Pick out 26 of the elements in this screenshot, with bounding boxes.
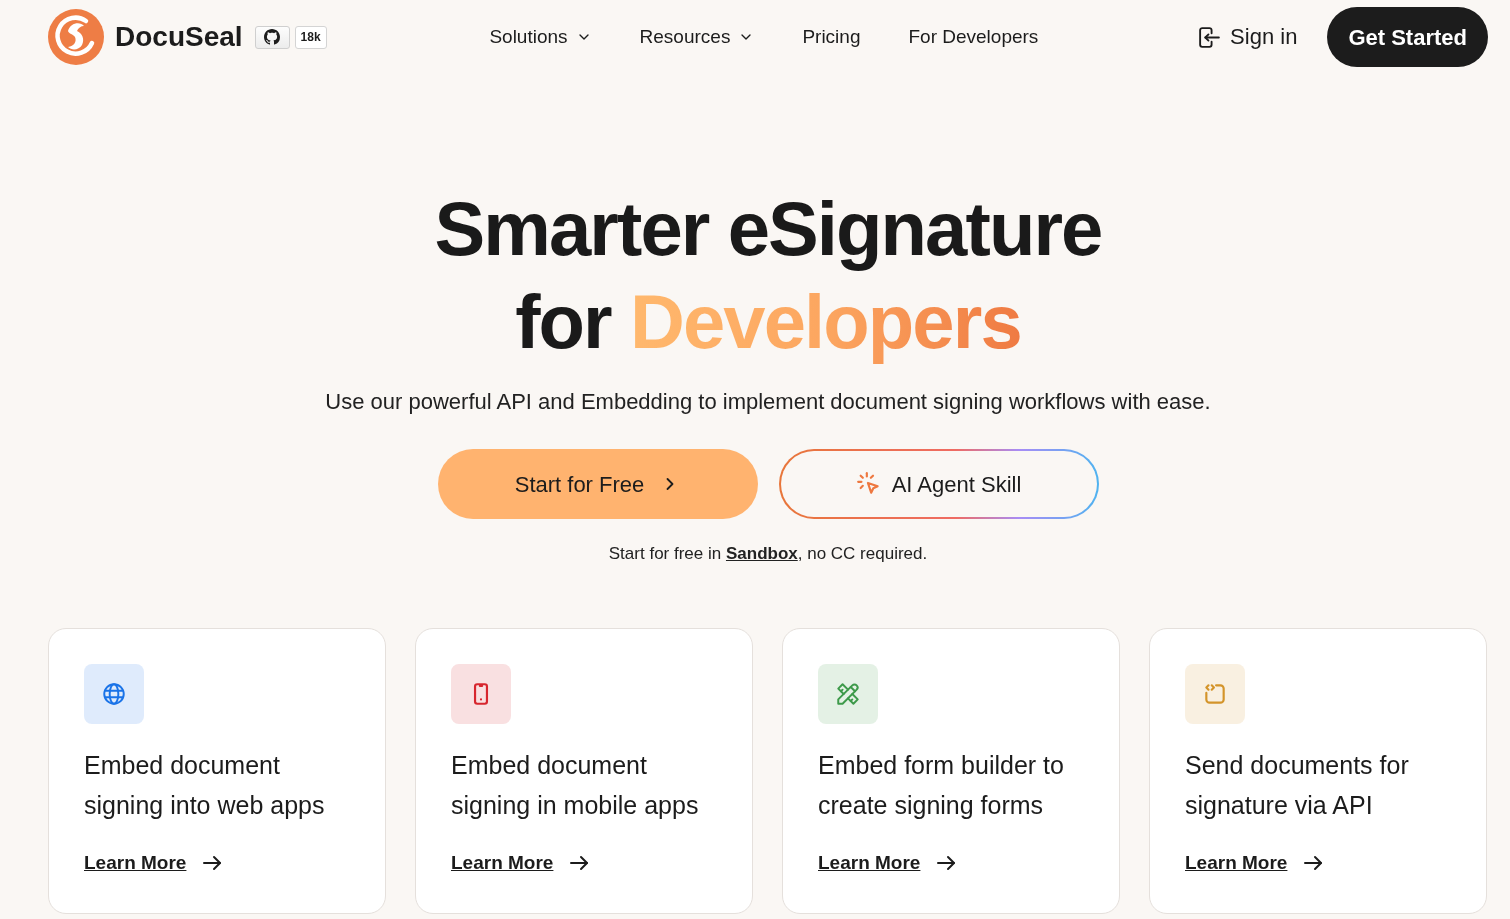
card-title: Send documents for signature via API [1185, 750, 1410, 821]
star-count[interactable]: 18k [294, 25, 327, 49]
hero-subtitle: Use our powerful API and Embedding to implement document signing workflows with ease. [325, 388, 1211, 416]
sign-in-icon [1197, 24, 1223, 50]
sandbox-link[interactable]: Sandbox [725, 544, 798, 563]
github-button[interactable] [254, 25, 290, 49]
nav-link[interactable]: Solutions [489, 23, 592, 51]
brand-name: DocuSeal [115, 23, 243, 51]
learn-more-link[interactable]: Learn More [1185, 851, 1326, 875]
learn-more-link[interactable]: Learn More [818, 851, 959, 875]
start-free-button[interactable]: Start for Free [437, 449, 758, 519]
github-icon [264, 29, 281, 45]
get-started-button[interactable]: Get Started [1327, 7, 1488, 67]
hero-title: Smarter eSignature for Developers [434, 185, 1102, 366]
sign-in-link[interactable]: Sign in [1197, 22, 1298, 52]
logo-icon[interactable] [48, 9, 104, 65]
learn-more-link[interactable]: Learn More [84, 851, 225, 875]
nav-link[interactable]: Resources [639, 23, 755, 51]
learn-more-link[interactable]: Learn More [451, 851, 592, 875]
card-title: Embed form builder to create signing forms [818, 750, 1065, 821]
sparkle-cursor-icon [855, 471, 882, 497]
card-title: Embed document signing in mobile apps [451, 750, 700, 821]
sandbox-note: Start for free in Sandbox, no CC required. [608, 544, 928, 564]
card-title: Embed document signing into web apps [84, 750, 326, 821]
nav-link[interactable]: Pricing [802, 23, 861, 51]
nav-link[interactable]: For Developers [908, 23, 1039, 51]
